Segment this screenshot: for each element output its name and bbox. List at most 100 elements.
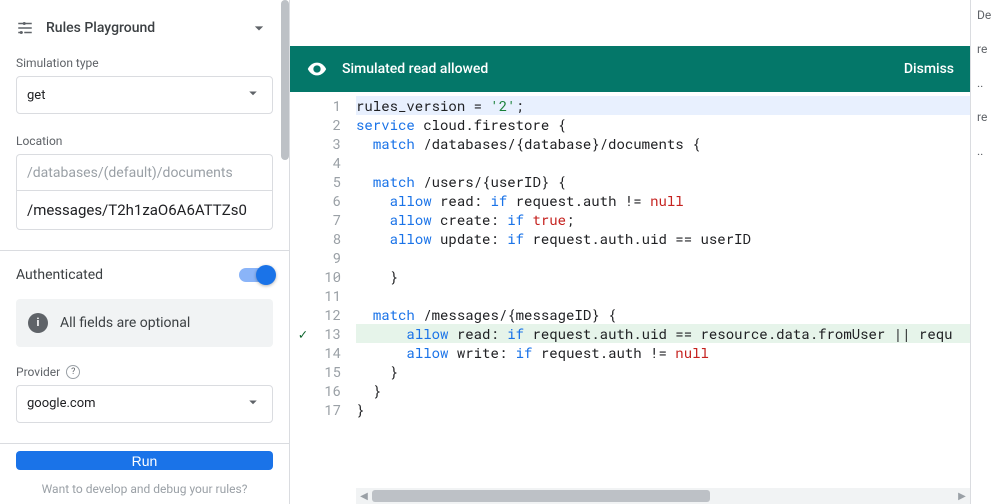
right-strip-item: .. [977, 144, 992, 158]
provider-value: google.com [27, 396, 96, 411]
eye-icon [306, 58, 328, 80]
chevron-down-icon [249, 18, 269, 38]
gutter-row: 6 [290, 191, 341, 210]
provider-label: Provider [16, 365, 60, 379]
toggle-knob [256, 265, 276, 285]
caret-down-icon [244, 393, 262, 415]
gutter-row: 14 [290, 343, 341, 362]
horizontal-scrollbar[interactable]: ◀ ▶ [356, 488, 970, 504]
line-number: 8 [313, 229, 341, 248]
status-message: Simulated read allowed [342, 61, 890, 77]
scroll-right-arrow[interactable]: ▶ [954, 491, 970, 502]
gutter-row: 3 [290, 134, 341, 153]
location-input[interactable]: /messages/T2h1zaO6A6ATTZs0 [16, 190, 273, 230]
gutter-row: 9 [290, 248, 341, 267]
code-line[interactable]: match /users/{userID} { [356, 172, 970, 191]
gutter-row: 10 [290, 267, 341, 286]
code-line[interactable]: rules_version = '2'; [356, 96, 970, 115]
tune-icon [16, 19, 34, 37]
right-details-strip: De re.. re.. [970, 0, 998, 504]
line-number: 1 [313, 96, 341, 115]
code-line[interactable]: allow update: if request.auth.uid == use… [356, 229, 970, 248]
code-line[interactable]: } [356, 362, 970, 381]
code-line[interactable]: allow read: if request.auth.uid == resou… [356, 324, 970, 343]
gutter-row: 17 [290, 400, 341, 419]
line-number: 7 [313, 210, 341, 229]
line-number: 5 [313, 172, 341, 191]
authenticated-label: Authenticated [16, 267, 239, 283]
provider-label-row: Provider ? [16, 365, 273, 379]
right-strip-item: .. [977, 76, 992, 90]
code-area[interactable]: rules_version = '2';service cloud.firest… [348, 92, 970, 488]
help-icon[interactable]: ? [66, 365, 80, 379]
app-root: Rules Playground Simulation type get Loc… [0, 0, 998, 504]
gutter-row: 12 [290, 305, 341, 324]
simulation-type-section: Simulation type get [0, 56, 289, 134]
line-number: 14 [313, 343, 341, 362]
line-number: 10 [313, 267, 341, 286]
line-number: 3 [313, 134, 341, 153]
code-line[interactable]: match /databases/{database}/documents { [356, 134, 970, 153]
code-line[interactable]: } [356, 400, 970, 419]
authenticated-row: Authenticated [0, 251, 289, 299]
run-button[interactable]: Run [16, 451, 273, 470]
gutter-row: 1 [290, 96, 341, 115]
right-strip-item: De [977, 8, 992, 22]
scroll-thumb[interactable] [372, 490, 710, 502]
code-line[interactable]: match /messages/{messageID} { [356, 305, 970, 324]
top-spacer [290, 0, 970, 46]
gutter-row: 16 [290, 381, 341, 400]
gutter-row: 15 [290, 362, 341, 381]
location-section: Location /databases/(default)/documents … [0, 134, 289, 250]
code-editor[interactable]: 123456789101112✓1314151617 rules_version… [290, 92, 970, 488]
line-number: 12 [313, 305, 341, 324]
line-number: 16 [313, 381, 341, 400]
dismiss-button[interactable]: Dismiss [904, 61, 954, 77]
gutter-row: 8 [290, 229, 341, 248]
simulation-type-select[interactable]: get [16, 76, 273, 114]
line-number: 13 [313, 324, 341, 343]
info-banner: i All fields are optional [16, 299, 273, 347]
line-gutter: 123456789101112✓1314151617 [290, 92, 348, 488]
gutter-row: 7 [290, 210, 341, 229]
right-strip-item: re [977, 110, 992, 124]
caret-down-icon [244, 84, 262, 106]
code-line[interactable] [356, 286, 970, 305]
location-label: Location [16, 134, 273, 148]
scroll-track[interactable] [372, 488, 954, 504]
collapse-button[interactable] [245, 14, 273, 42]
line-number: 11 [313, 286, 341, 305]
line-number: 2 [313, 115, 341, 134]
editor-main: Simulated read allowed Dismiss 123456789… [290, 0, 970, 504]
line-number: 15 [313, 362, 341, 381]
line-number: 9 [313, 248, 341, 267]
info-icon: i [28, 313, 48, 333]
location-prefix: /databases/(default)/documents [16, 154, 273, 190]
provider-select[interactable]: google.com [16, 385, 273, 423]
authenticated-toggle[interactable] [239, 268, 273, 282]
gutter-row: 4 [290, 153, 341, 172]
sidebar-scrollbar[interactable] [281, 0, 289, 160]
gutter-row: 11 [290, 286, 341, 305]
gutter-row: 2 [290, 115, 341, 134]
code-line[interactable]: } [356, 267, 970, 286]
code-line[interactable] [356, 248, 970, 267]
simulation-type-value: get [27, 88, 45, 103]
code-line[interactable]: allow write: if request.auth != null [356, 343, 970, 362]
check-icon: ✓ [299, 324, 307, 343]
gutter-row: 5 [290, 172, 341, 191]
code-line[interactable]: } [356, 381, 970, 400]
code-line[interactable]: allow read: if request.auth != null [356, 191, 970, 210]
rules-playground-sidebar: Rules Playground Simulation type get Loc… [0, 0, 290, 504]
line-number: 4 [313, 153, 341, 172]
scroll-left-arrow[interactable]: ◀ [356, 491, 372, 502]
panel-title: Rules Playground [46, 20, 233, 36]
provider-section: Provider ? google.com [0, 365, 289, 443]
right-strip-item: re [977, 42, 992, 56]
code-line[interactable] [356, 153, 970, 172]
code-line[interactable]: service cloud.firestore { [356, 115, 970, 134]
status-bar: Simulated read allowed Dismiss [290, 46, 970, 92]
code-line[interactable]: allow create: if true; [356, 210, 970, 229]
gutter-row: ✓ 13 [290, 324, 341, 343]
simulation-type-label: Simulation type [16, 56, 273, 70]
